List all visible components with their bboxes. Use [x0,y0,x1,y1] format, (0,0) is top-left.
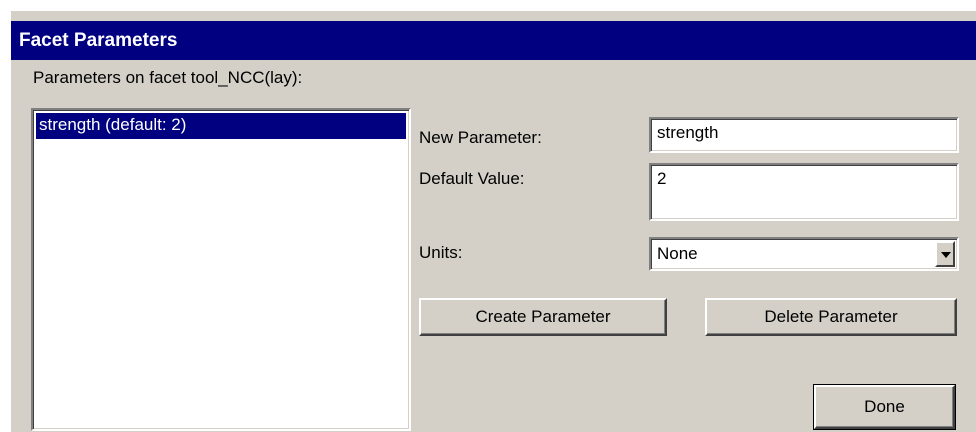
done-button[interactable]: Done [814,385,955,429]
default-value-field[interactable]: 2 [649,163,959,221]
new-parameter-field[interactable]: strength [649,117,959,153]
list-item[interactable]: strength (default: 2) [36,113,406,139]
facet-parameters-dialog: Facet Parameters Parameters on facet too… [10,10,976,432]
window-title: Facet Parameters [11,21,976,60]
facet-parameters-header: Parameters on facet tool_NCC(lay): [33,68,303,87]
parameter-list[interactable]: strength (default: 2) [31,108,411,431]
units-label: Units: [419,243,463,262]
delete-parameter-button[interactable]: Delete Parameter [705,298,957,336]
new-parameter-label: New Parameter: [419,128,542,147]
units-dropdown-button[interactable] [935,241,955,267]
units-select[interactable]: None [649,237,959,271]
create-parameter-button[interactable]: Create Parameter [419,298,667,336]
default-value-label: Default Value: [419,169,525,188]
chevron-down-icon [941,252,951,258]
